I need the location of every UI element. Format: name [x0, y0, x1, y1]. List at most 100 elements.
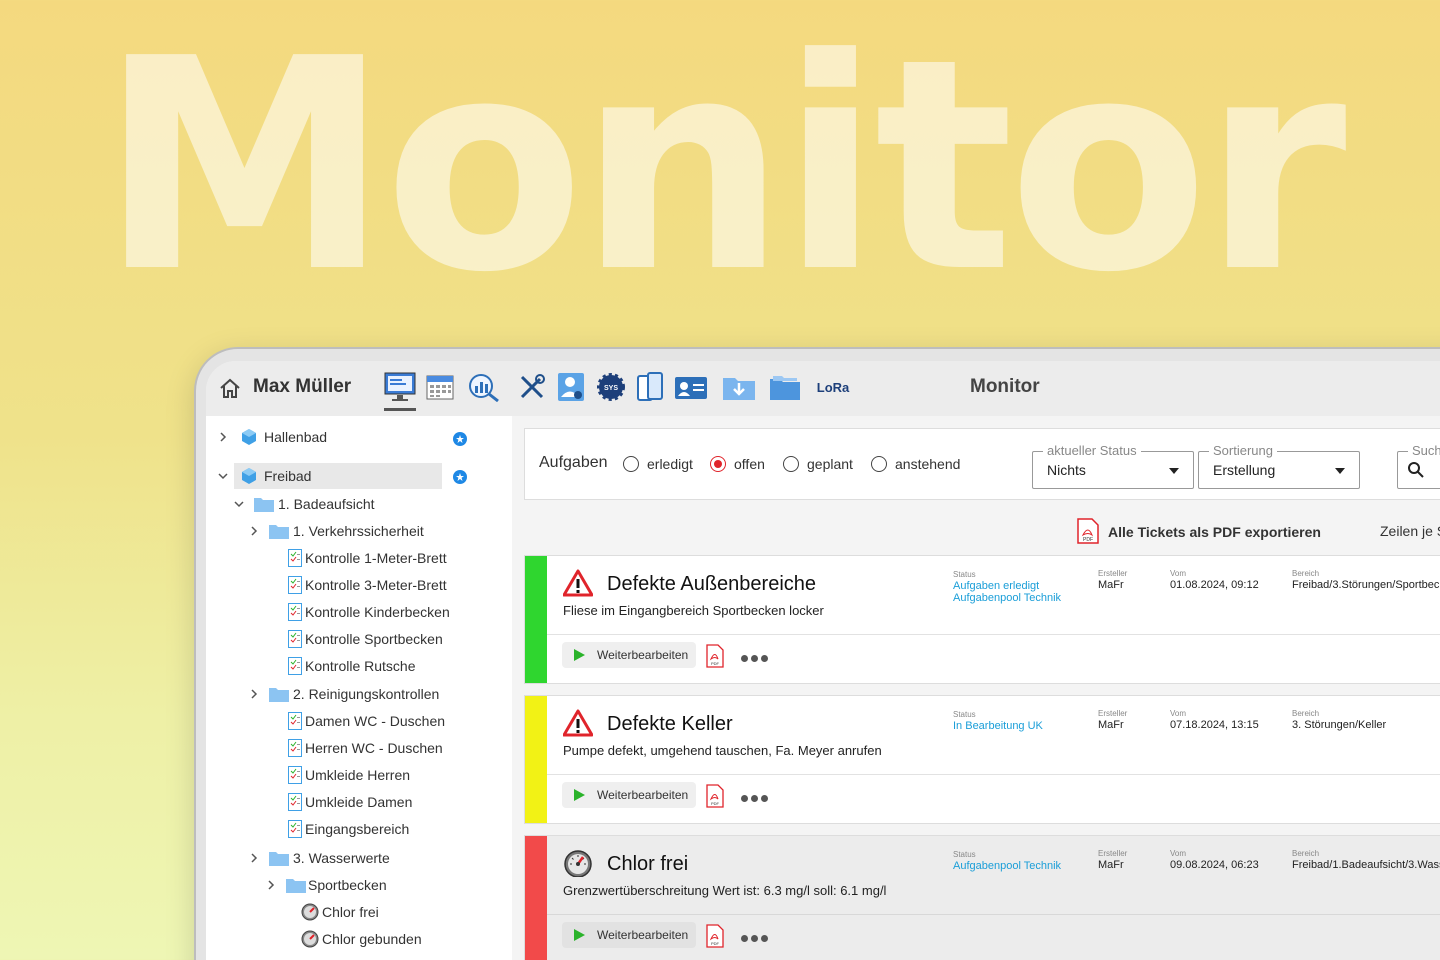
user-settings-icon[interactable]: [554, 370, 588, 404]
top-bar: Max Müller SYS LoRa Monitor: [206, 361, 1440, 416]
tree-item-hallenbad[interactable]: Hallenbad: [218, 424, 327, 450]
main-content: Aufgaben erledigt offen geplant anstehen…: [524, 428, 1440, 960]
search-field[interactable]: Such: [1397, 443, 1440, 489]
tree-item-verkehrssicherheit[interactable]: 1. Verkehrssicherheit: [249, 518, 424, 544]
ticket-card[interactable]: Defekte Außenbereiche Fliese im Eingangb…: [524, 555, 1440, 684]
tree-item-label: Chlor frei: [322, 904, 379, 920]
dropdown-arrow-icon[interactable]: [1335, 468, 1345, 474]
sys-gear-icon[interactable]: SYS: [594, 370, 628, 404]
tree-item-checklist[interactable]: Herren WC - Duschen: [288, 735, 443, 761]
export-pdf-link[interactable]: Alle Tickets als PDF exportieren: [1108, 524, 1321, 540]
tree-item-checklist[interactable]: Kontrolle Rutsche: [288, 653, 416, 679]
tree-item-sensor[interactable]: Chlor gebunden: [301, 926, 422, 952]
chevron-right-icon[interactable]: [249, 689, 259, 699]
radio-circle[interactable]: [871, 456, 887, 472]
status-link[interactable]: Aufgabenpool Technik: [953, 860, 1061, 872]
calendar-icon[interactable]: [423, 370, 457, 404]
tree-item-badeaufsicht[interactable]: 1. Badeaufsicht: [234, 491, 375, 517]
download-folder-icon[interactable]: [722, 370, 756, 404]
radio-circle[interactable]: [783, 456, 799, 472]
filter-bar: Aufgaben erledigt offen geplant anstehen…: [524, 428, 1440, 500]
monitor-icon[interactable]: [383, 370, 417, 404]
user-name[interactable]: Max Müller: [253, 376, 351, 398]
tree-item-label: Kontrolle Kinderbecken: [305, 604, 450, 620]
pdf-label: PDF: [711, 661, 720, 666]
continue-edit-button[interactable]: Weiterbearbeiten: [562, 782, 696, 808]
radio-circle-selected[interactable]: [710, 456, 726, 472]
chevron-right-icon[interactable]: [249, 853, 259, 863]
radio-anstehend[interactable]: anstehend: [871, 456, 960, 472]
home-icon[interactable]: [218, 377, 242, 399]
status-select[interactable]: aktueller Status Nichts: [1032, 443, 1194, 489]
pdf-icon[interactable]: PDF: [1077, 518, 1099, 544]
folder-icon: [254, 498, 274, 512]
chevron-right-icon[interactable]: [266, 880, 276, 890]
dropdown-arrow-icon[interactable]: [1169, 468, 1179, 474]
tree-item-wasserwerte[interactable]: 3. Wasserwerte: [249, 845, 390, 871]
continue-edit-button[interactable]: Weiterbearbeiten: [562, 642, 696, 668]
export-row: PDF Alle Tickets als PDF exportieren Zei…: [524, 514, 1440, 554]
date-label: Vom: [1170, 709, 1187, 718]
more-options-icon[interactable]: [741, 935, 768, 942]
status-link[interactable]: Aufgaben erledigt: [953, 580, 1039, 592]
favorite-star-icon[interactable]: [453, 432, 467, 446]
tree-item-checklist[interactable]: Damen WC - Duschen: [288, 708, 445, 734]
analytics-icon[interactable]: [467, 370, 501, 404]
status-link[interactable]: In Bearbeitung UK: [953, 720, 1043, 732]
continue-edit-label: Weiterbearbeiten: [597, 648, 689, 662]
chevron-right-icon[interactable]: [218, 432, 228, 442]
tree-item-freibad[interactable]: Freibad: [218, 463, 311, 489]
ticket-card[interactable]: Chlor frei Grenzwertüberschreitung Wert …: [524, 835, 1440, 960]
area-label: Bereich: [1292, 709, 1320, 718]
tree-item-sensor[interactable]: Chlor frei: [301, 899, 379, 925]
favorite-star-icon[interactable]: [453, 470, 467, 484]
tree-item-checklist[interactable]: Eingangsbereich: [288, 816, 409, 842]
tree-item-label: Kontrolle 1-Meter-Brett: [305, 550, 447, 566]
radio-circle[interactable]: [623, 456, 639, 472]
pdf-icon[interactable]: PDF: [706, 924, 724, 948]
status-label: Status: [953, 710, 976, 719]
search-icon[interactable]: [1408, 462, 1424, 478]
more-options-icon[interactable]: [741, 795, 768, 802]
tree-item-label: 1. Verkehrssicherheit: [293, 523, 424, 539]
ticket-card[interactable]: Defekte Keller Pumpe defekt, umgehend ta…: [524, 695, 1440, 824]
radio-erledigt[interactable]: erledigt: [623, 456, 693, 472]
folder-icon: [269, 852, 289, 866]
continue-edit-button[interactable]: Weiterbearbeiten: [562, 922, 696, 948]
folders-icon[interactable]: [768, 370, 802, 404]
pdf-icon[interactable]: PDF: [706, 784, 724, 808]
tree-item-checklist[interactable]: Umkleide Herren: [288, 762, 410, 788]
tree-item-sportbecken[interactable]: Sportbecken: [266, 872, 387, 898]
play-icon: [574, 929, 585, 941]
sort-select[interactable]: Sortierung Erstellung: [1198, 443, 1360, 489]
tree-item-label: Umkleide Herren: [305, 767, 411, 783]
tree-item-reinigungskontrollen[interactable]: 2. Reinigungskontrollen: [249, 681, 439, 707]
tree-item-checklist[interactable]: Kontrolle 1-Meter-Brett: [288, 545, 447, 571]
lora-label: LoRa: [816, 379, 850, 395]
pdf-label: PDF: [711, 801, 720, 806]
tree-item-label: Hallenbad: [264, 429, 328, 445]
tree-item-checklist[interactable]: Kontrolle Sportbecken: [288, 626, 443, 652]
radio-offen[interactable]: offen: [710, 456, 765, 472]
tools-icon[interactable]: [515, 370, 549, 404]
tree-item-checklist[interactable]: Umkleide Damen: [288, 789, 412, 815]
area-value: Freibad/3.Störungen/Sportbeck: [1292, 579, 1440, 591]
radio-geplant[interactable]: geplant: [783, 456, 853, 472]
chevron-down-icon[interactable]: [234, 499, 244, 509]
status-link[interactable]: Aufgabenpool Technik: [953, 592, 1061, 604]
chevron-down-icon[interactable]: [218, 471, 228, 481]
pdf-icon[interactable]: PDF: [706, 644, 724, 668]
mobile-devices-icon[interactable]: [633, 370, 667, 404]
creator-label: Ersteller: [1098, 709, 1128, 718]
more-options-icon[interactable]: [741, 655, 768, 662]
contact-card-icon[interactable]: [674, 370, 708, 404]
folder-icon: [269, 525, 289, 539]
chevron-right-icon[interactable]: [249, 526, 259, 536]
tree-item-label: Freibad: [264, 468, 312, 484]
tree-item-checklist[interactable]: Kontrolle Kinderbecken: [288, 599, 450, 625]
continue-edit-label: Weiterbearbeiten: [597, 788, 689, 802]
date-value: 01.08.2024, 09:12: [1170, 579, 1259, 591]
tree-item-checklist[interactable]: Kontrolle 3-Meter-Brett: [288, 572, 447, 598]
lora-icon[interactable]: LoRa: [813, 370, 853, 404]
ticket-status-bar: [525, 836, 547, 960]
